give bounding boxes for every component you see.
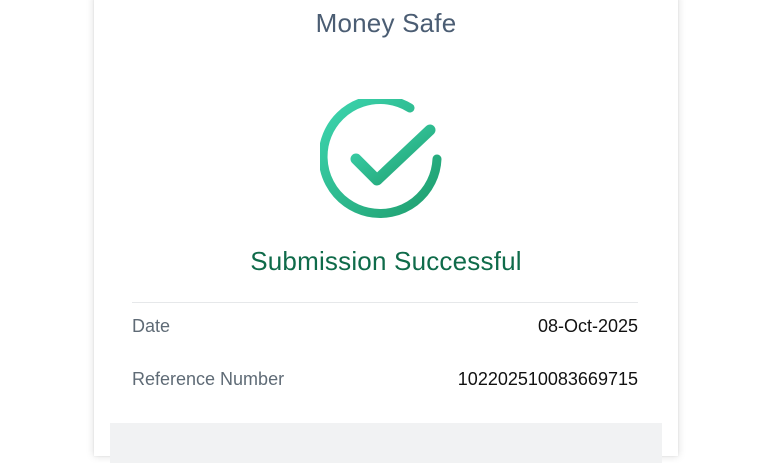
date-row: Date 08-Oct-2025 <box>132 316 638 340</box>
confirmation-card: Money Safe Submission Successful Date 08… <box>94 0 678 463</box>
bottom-panel <box>110 423 662 463</box>
reference-row: Reference Number 102202510083669715 <box>132 369 638 393</box>
page-background: Money Safe Submission Successful Date 08… <box>0 0 771 463</box>
date-value: 08-Oct-2025 <box>537 316 638 336</box>
reference-label: Reference Number <box>132 369 285 389</box>
status-message: Submission Successful <box>250 246 522 276</box>
reference-value: 102202510083669715 <box>457 369 638 389</box>
check-circle-icon <box>320 99 450 223</box>
date-label: Date <box>132 316 171 336</box>
divider <box>132 302 638 303</box>
page-title: Money Safe <box>315 8 457 38</box>
